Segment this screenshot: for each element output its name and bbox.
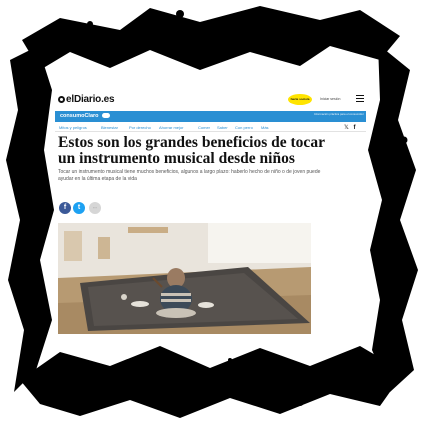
facebook-icon[interactable]: f <box>354 125 356 131</box>
twitter-icon[interactable]: 𝕏 <box>344 125 349 131</box>
nav-item[interactable]: Ahorrar mejor <box>159 125 183 130</box>
nav-item[interactable]: Saber <box>217 125 228 130</box>
site-header: elDiario.es hazte socio/a Iniciar sesión <box>55 88 366 110</box>
login-link[interactable]: Iniciar sesión <box>320 97 340 101</box>
nav-item[interactable]: Mitos y peligros <box>59 125 87 130</box>
logo-text: elDiario.es <box>66 94 115 105</box>
article-deck: Tocar un instrumento musical tiene mucho… <box>58 169 321 182</box>
nav-item[interactable]: Con perro <box>235 125 253 130</box>
logo-mark-icon <box>58 96 65 103</box>
header-social-links: 𝕏 f <box>344 124 356 131</box>
share-twitter-button[interactable]: t <box>73 202 85 214</box>
section-title[interactable]: consumoClaro <box>60 113 99 119</box>
subscribe-button[interactable]: hazte socio/a <box>288 94 312 105</box>
section-bar: consumoClaro Información práctica para e… <box>55 111 366 122</box>
cloud-icon <box>102 113 110 118</box>
hamburger-icon[interactable] <box>356 95 364 102</box>
section-nav: Mitos y peligros Bienestar Por derecho A… <box>55 123 366 132</box>
section-note: Información práctica para el consumidor <box>314 112 364 116</box>
nav-item[interactable]: Comer <box>198 125 210 130</box>
share-more-button[interactable]: ··· <box>89 202 101 214</box>
article-photo <box>58 223 311 334</box>
article-headline: Estos son los grandes beneficios de toca… <box>58 134 325 167</box>
nav-item[interactable]: Bienestar <box>101 125 118 130</box>
site-logo[interactable]: elDiario.es <box>58 94 115 105</box>
share-facebook-button[interactable]: f <box>59 202 71 214</box>
nav-item[interactable]: Más <box>261 125 269 130</box>
nav-item[interactable]: Por derecho <box>129 125 151 130</box>
article-page: elDiario.es hazte socio/a Iniciar sesión… <box>55 88 366 334</box>
